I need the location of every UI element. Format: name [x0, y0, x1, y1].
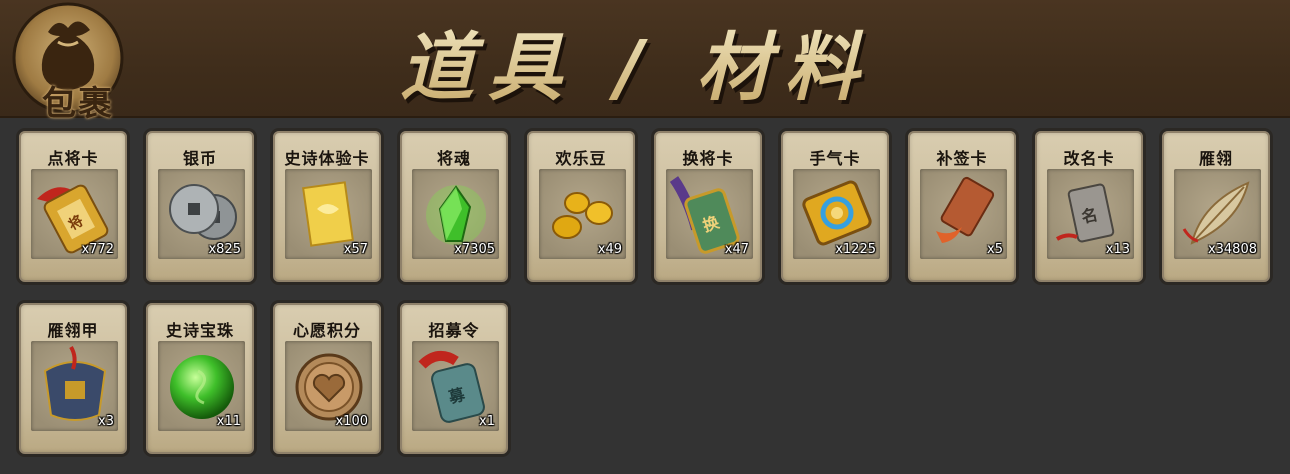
- silver-coins-icon: x825: [158, 169, 245, 259]
- header-bar: 包裹 道具 / 材料: [0, 0, 1290, 124]
- item-name: 补签卡: [936, 149, 988, 168]
- item-name: 点将卡: [47, 149, 99, 168]
- item-card[interactable]: 史诗体验卡 x57: [270, 128, 384, 285]
- item-quantity: x825: [208, 242, 241, 257]
- item-quantity: x34808: [1207, 242, 1257, 257]
- item-card[interactable]: 雁翎 x34808: [1159, 128, 1273, 285]
- item-quantity: x5: [987, 242, 1003, 257]
- item-quantity: x47: [724, 242, 749, 257]
- item-quantity: x7305: [454, 242, 495, 257]
- item-quantity: x1: [479, 414, 495, 429]
- item-card[interactable]: 点将卡 将 x772: [16, 128, 130, 285]
- item-name: 银币: [182, 149, 217, 168]
- luck-card-icon: x1225: [793, 169, 880, 259]
- general-card-icon: 将 x772: [31, 169, 118, 259]
- feather-icon: x34808: [1174, 169, 1261, 259]
- item-quantity: x772: [81, 242, 114, 257]
- gold-beans-icon: x49: [539, 169, 626, 259]
- item-name: 改名卡: [1063, 149, 1115, 168]
- item-name: 史诗宝珠: [165, 321, 234, 340]
- resign-card-icon: x5: [920, 169, 1007, 259]
- bag-label: 包裹: [42, 84, 114, 124]
- item-name: 手气卡: [809, 149, 861, 168]
- bag-icon[interactable]: 包裹: [8, 2, 140, 124]
- item-quantity: x100: [335, 414, 368, 429]
- item-name: 欢乐豆: [555, 149, 607, 168]
- item-quantity: x1225: [835, 242, 876, 257]
- item-name: 换将卡: [682, 149, 734, 168]
- item-name: 招募令: [428, 321, 480, 340]
- item-quantity: x13: [1105, 242, 1130, 257]
- page-title: 道具 / 材料: [400, 8, 873, 111]
- green-orb-icon: x11: [158, 341, 245, 431]
- item-card[interactable]: 雁翎甲 x3: [16, 300, 130, 457]
- item-quantity: x3: [98, 414, 114, 429]
- item-name: 将魂: [436, 149, 471, 168]
- item-name: 史诗体验卡: [284, 149, 370, 168]
- item-card[interactable]: 史诗宝珠 x11: [143, 300, 257, 457]
- item-name: 雁翎: [1198, 149, 1233, 168]
- item-quantity: x49: [597, 242, 622, 257]
- item-grid: 点将卡 将 x772 银币 x825 史诗体验卡 x57 将魂 x7305 欢乐…: [16, 128, 1280, 468]
- item-quantity: x57: [343, 242, 368, 257]
- swap-general-card-icon: 换 x47: [666, 169, 753, 259]
- item-name: 心愿积分: [292, 321, 361, 340]
- heart-coin-icon: x100: [285, 341, 372, 431]
- item-name: 雁翎甲: [47, 321, 99, 340]
- rename-card-icon: 名 x13: [1047, 169, 1134, 259]
- armor-icon: x3: [31, 341, 118, 431]
- recruit-token-icon: 募 x1: [412, 341, 499, 431]
- item-card[interactable]: 手气卡 x1225: [778, 128, 892, 285]
- item-card[interactable]: 补签卡 x5: [905, 128, 1019, 285]
- item-card[interactable]: 改名卡 名 x13: [1032, 128, 1146, 285]
- item-card[interactable]: 银币 x825: [143, 128, 257, 285]
- item-card[interactable]: 换将卡 换 x47: [651, 128, 765, 285]
- item-card[interactable]: 欢乐豆 x49: [524, 128, 638, 285]
- epic-trial-card-icon: x57: [285, 169, 372, 259]
- item-quantity: x11: [216, 414, 241, 429]
- item-card[interactable]: 将魂 x7305: [397, 128, 511, 285]
- green-crystal-icon: x7305: [412, 169, 499, 259]
- item-card[interactable]: 心愿积分 x100: [270, 300, 384, 457]
- item-card[interactable]: 招募令 募 x1: [397, 300, 511, 457]
